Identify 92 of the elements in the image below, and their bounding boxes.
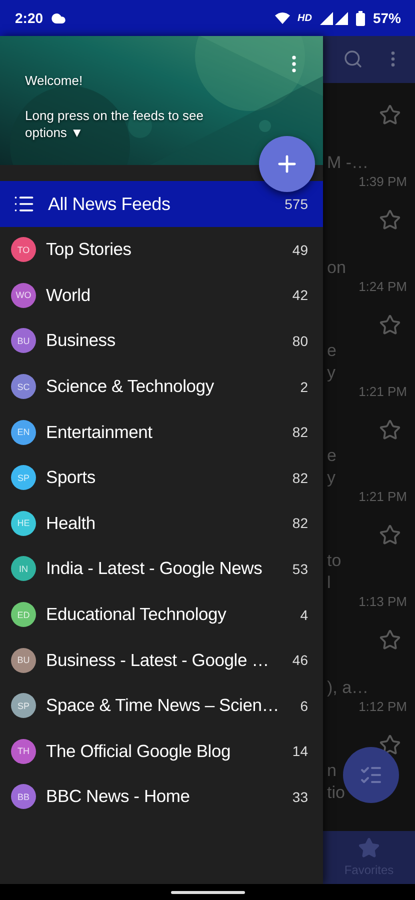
unread-count: 82 xyxy=(292,515,308,532)
feed-item[interactable]: ED Educational Technology 4 xyxy=(0,592,323,638)
feed-avatar: BU xyxy=(11,328,36,354)
search-icon[interactable] xyxy=(343,49,363,70)
feed-item[interactable]: SC Science & Technology 2 xyxy=(0,364,323,410)
article-title: n xyxy=(327,760,336,782)
star-icon[interactable] xyxy=(379,628,401,651)
unread-count: 49 xyxy=(292,242,308,258)
article-title: y xyxy=(327,362,336,384)
feed-item[interactable]: SP Sports 82 xyxy=(0,454,323,501)
unread-count: 82 xyxy=(292,470,308,486)
hint-text: Long press on the feeds to see options ▼ xyxy=(25,107,205,141)
feed-item[interactable]: HE Health 82 xyxy=(0,500,323,546)
signal-icon xyxy=(320,12,333,24)
article-title: ), a… xyxy=(327,676,369,699)
feed-item[interactable]: WO World 42 xyxy=(0,272,323,318)
feed-avatar: SP xyxy=(11,465,36,490)
article-time: 1:21 PM xyxy=(358,488,408,506)
feed-avatar: SC xyxy=(11,374,36,400)
feed-avatar: HE xyxy=(11,510,36,536)
article-title: tio xyxy=(327,782,345,804)
feed-name: Entertainment xyxy=(46,422,154,443)
feed-name: Educational Technology xyxy=(46,604,228,626)
battery-icon xyxy=(356,10,365,26)
article-time: 1:24 PM xyxy=(358,278,408,296)
feed-avatar: EN xyxy=(11,420,36,445)
star-icon[interactable] xyxy=(358,837,380,860)
feed-name: India - Latest - Google News xyxy=(46,558,264,580)
article-time: 1:12 PM xyxy=(358,698,408,716)
feed-name: Business xyxy=(46,330,116,352)
article-time: 1:13 PM xyxy=(358,594,408,611)
feed-item[interactable]: BU Business 80 xyxy=(0,318,323,364)
unread-count: 80 xyxy=(292,332,308,349)
feed-item[interactable]: IN India - Latest - Google News 53 xyxy=(0,546,323,592)
unread-count: 14 xyxy=(292,743,308,760)
star-icon[interactable] xyxy=(379,314,401,336)
unread-count: 33 xyxy=(292,788,308,805)
feed-avatar: TO xyxy=(11,237,36,262)
article-title: e xyxy=(327,340,336,362)
feed-item[interactable]: TO Top Stories 49 xyxy=(0,227,323,273)
clock: 2:20 xyxy=(15,10,44,26)
feed-item[interactable]: EN Entertainment 82 xyxy=(0,409,323,455)
feed-name: Sports xyxy=(46,467,96,488)
network-type: HD xyxy=(298,12,312,24)
unread-count: 6 xyxy=(300,698,308,714)
feed-name: Top Stories xyxy=(46,239,132,260)
welcome-text: Welcome! xyxy=(25,72,84,89)
unread-count: 4 xyxy=(300,606,308,623)
feed-avatar: WO xyxy=(11,282,36,308)
star-icon[interactable] xyxy=(379,418,401,441)
feed-name: World xyxy=(46,284,92,306)
feed-item[interactable]: SP Space & Time News – Scien… 6 xyxy=(0,682,323,729)
star-icon[interactable] xyxy=(379,524,401,546)
signal-icon xyxy=(334,12,348,24)
star-icon[interactable] xyxy=(379,208,401,231)
feed-name: All News Feeds xyxy=(48,194,172,214)
unread-count: 46 xyxy=(292,652,308,668)
article-time: 1:21 PM xyxy=(358,384,408,401)
unread-count: 2 xyxy=(300,378,308,395)
unread-count: 53 xyxy=(292,560,308,577)
feed-avatar: BB xyxy=(11,784,36,810)
feed-avatar: IN xyxy=(11,556,36,582)
article-time: 1:39 PM xyxy=(358,174,408,191)
feed-name: Business - Latest - Google … xyxy=(46,650,270,671)
article-title: on xyxy=(327,256,346,279)
article-title: y xyxy=(327,466,336,489)
feed-item[interactable]: BU Business - Latest - Google … 46 xyxy=(0,637,323,683)
unread-count: 82 xyxy=(292,424,308,440)
article-title: l xyxy=(327,572,331,594)
article-title: M -… xyxy=(327,152,369,174)
feed-name: The Official Google Blog xyxy=(46,740,232,762)
cloud-icon xyxy=(51,10,66,26)
article-title: e xyxy=(327,444,336,467)
unread-count: 42 xyxy=(292,287,308,304)
star-icon[interactable] xyxy=(379,734,401,756)
feed-name: BBC News - Home xyxy=(46,786,191,808)
feed-item[interactable]: TH The Official Google Blog 14 xyxy=(0,728,323,774)
feed-avatar: SP xyxy=(11,693,36,718)
feed-item[interactable]: BB BBC News - Home 33 xyxy=(0,774,323,820)
feed-name: Science & Technology xyxy=(46,376,215,398)
article-title: to xyxy=(327,550,342,572)
wifi-icon xyxy=(274,12,290,24)
feed-avatar: BU xyxy=(11,648,36,673)
feed-avatar: ED xyxy=(11,602,36,628)
star-icon[interactable] xyxy=(379,104,401,126)
feed-item[interactable]: All News Feeds 575 xyxy=(0,181,323,227)
feed-avatar: TH xyxy=(11,738,36,764)
feed-name: Space & Time News – Scien… xyxy=(46,695,280,716)
unread-count: 575 xyxy=(284,196,308,212)
battery-percent: 57% xyxy=(372,10,401,26)
home-indicator[interactable] xyxy=(170,890,244,894)
feed-name: Health xyxy=(46,512,96,534)
